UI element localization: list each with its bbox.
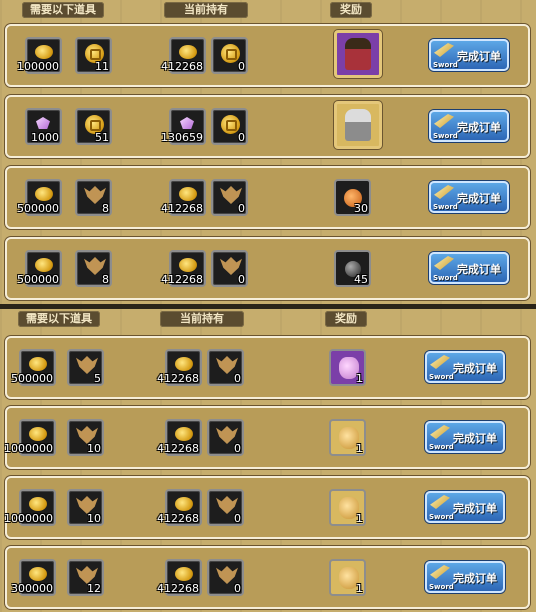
required-item-slot[interactable]: 100000 xyxy=(17,37,62,74)
coin-icon xyxy=(29,357,47,371)
owned-item-slot[interactable]: 412268 xyxy=(161,37,206,74)
order-panel-top: 需要以下道具 当前持有 奖励 100000 11 412268 0 完成订单 Sw… xyxy=(0,0,536,304)
header-required: 需要以下道具 xyxy=(18,311,100,327)
coin-icon xyxy=(35,258,53,272)
reward-slot[interactable]: 1 xyxy=(329,489,366,526)
owned-item-slot[interactable]: 0 xyxy=(211,179,248,216)
order-row: 500000 5 412268 0 1 完成订单 Sword xyxy=(5,336,530,399)
owned-item-slot[interactable]: 412268 xyxy=(161,250,206,287)
coin-icon xyxy=(175,497,193,511)
required-item-slot[interactable]: 500000 xyxy=(17,250,62,287)
owned-item-slot[interactable]: 0 xyxy=(211,250,248,287)
header-reward: 奖励 xyxy=(330,2,372,18)
owned-item-slot[interactable]: 0 xyxy=(211,108,248,145)
coin-icon xyxy=(179,258,197,272)
sword-icon xyxy=(430,565,450,579)
required-item-slot[interactable]: 10 xyxy=(67,419,104,456)
owned-item-slot[interactable]: 0 xyxy=(207,349,244,386)
required-item-slot[interactable]: 1000000 xyxy=(4,419,56,456)
owned-item-slot[interactable]: 412268 xyxy=(157,489,202,526)
coin-icon xyxy=(29,427,47,441)
owned-item-slot[interactable]: 412268 xyxy=(157,419,202,456)
reward-slot[interactable] xyxy=(334,101,382,149)
required-item-slot[interactable]: 12 xyxy=(67,559,104,596)
order-row: 500000 8 412268 0 30 完成订单 Sword xyxy=(5,166,530,229)
coin-icon xyxy=(29,497,47,511)
sword-icon xyxy=(434,43,454,57)
owned-item-slot[interactable]: 0 xyxy=(207,559,244,596)
sword-icon xyxy=(430,425,450,439)
reward-slot[interactable]: 1 xyxy=(329,349,366,386)
coin-icon xyxy=(35,45,53,59)
required-item-slot[interactable]: 5 xyxy=(67,349,104,386)
required-item-slot[interactable]: 11 xyxy=(75,37,112,74)
reward-slot[interactable]: 1 xyxy=(329,419,366,456)
complete-order-button[interactable]: 完成订单 Sword xyxy=(429,39,509,71)
required-item-slot[interactable]: 10 xyxy=(67,489,104,526)
sword-icon xyxy=(434,256,454,270)
required-item-slot[interactable]: 500000 xyxy=(17,179,62,216)
complete-order-button[interactable]: 完成订单 Sword xyxy=(429,181,509,213)
coin-icon xyxy=(29,567,47,581)
reward-slot[interactable]: 45 xyxy=(334,250,371,287)
owned-item-slot[interactable]: 0 xyxy=(207,419,244,456)
complete-order-button[interactable]: 完成订单 Sword xyxy=(425,421,505,453)
owned-item-slot[interactable]: 0 xyxy=(207,489,244,526)
coin-icon xyxy=(175,567,193,581)
gem-icon xyxy=(36,117,50,129)
order-panel-bottom: 需要以下道具 当前持有 奖励 500000 5 412268 0 1 完成订单 S… xyxy=(0,309,536,612)
sword-icon xyxy=(430,355,450,369)
reward-slot[interactable]: 1 xyxy=(329,559,366,596)
complete-order-button[interactable]: 完成订单 Sword xyxy=(425,561,505,593)
order-row: 100000 11 412268 0 完成订单 Sword xyxy=(5,24,530,87)
owned-item-slot[interactable]: 130659 xyxy=(161,108,206,145)
header-reward: 奖励 xyxy=(325,311,367,327)
reward-slot[interactable] xyxy=(334,30,382,78)
header-owned: 当前持有 xyxy=(164,2,248,18)
order-row: 300000 12 412268 0 1 完成订单 Sword xyxy=(5,546,530,609)
coin-icon xyxy=(175,357,193,371)
coin-icon xyxy=(35,187,53,201)
sword-icon xyxy=(430,495,450,509)
complete-order-button[interactable]: 完成订单 Sword xyxy=(425,491,505,523)
header-owned: 当前持有 xyxy=(160,311,244,327)
coin-icon xyxy=(179,187,197,201)
order-row: 1000 51 130659 0 完成订单 Sword xyxy=(5,95,530,158)
owned-item-slot[interactable]: 412268 xyxy=(161,179,206,216)
knight-character-icon xyxy=(345,109,371,141)
warrior-character-icon xyxy=(345,38,371,70)
required-item-slot[interactable]: 1000 xyxy=(25,108,62,145)
required-item-slot[interactable]: 8 xyxy=(75,250,112,287)
required-item-slot[interactable]: 300000 xyxy=(11,559,56,596)
order-row: 1000000 10 412268 0 1 完成订单 Sword xyxy=(4,406,530,469)
required-item-slot[interactable]: 51 xyxy=(75,108,112,145)
required-item-slot[interactable]: 500000 xyxy=(11,349,56,386)
owned-item-slot[interactable]: 412268 xyxy=(157,349,202,386)
complete-order-button[interactable]: 完成订单 Sword xyxy=(429,110,509,142)
order-row: 500000 8 412268 0 45 完成订单 Sword xyxy=(5,237,530,300)
sword-icon xyxy=(434,185,454,199)
owned-item-slot[interactable]: 412268 xyxy=(157,559,202,596)
sword-icon xyxy=(434,114,454,128)
coin-icon xyxy=(179,45,197,59)
owned-item-slot[interactable]: 0 xyxy=(211,37,248,74)
header-required: 需要以下道具 xyxy=(22,2,104,18)
required-item-slot[interactable]: 8 xyxy=(75,179,112,216)
complete-order-button[interactable]: 完成订单 Sword xyxy=(425,351,505,383)
required-item-slot[interactable]: 1000000 xyxy=(4,489,56,526)
complete-order-button[interactable]: 完成订单 Sword xyxy=(429,252,509,284)
order-row: 1000000 10 412268 0 1 完成订单 Sword xyxy=(4,476,530,539)
gem-icon xyxy=(180,117,194,129)
reward-slot[interactable]: 30 xyxy=(334,179,371,216)
coin-icon xyxy=(175,427,193,441)
